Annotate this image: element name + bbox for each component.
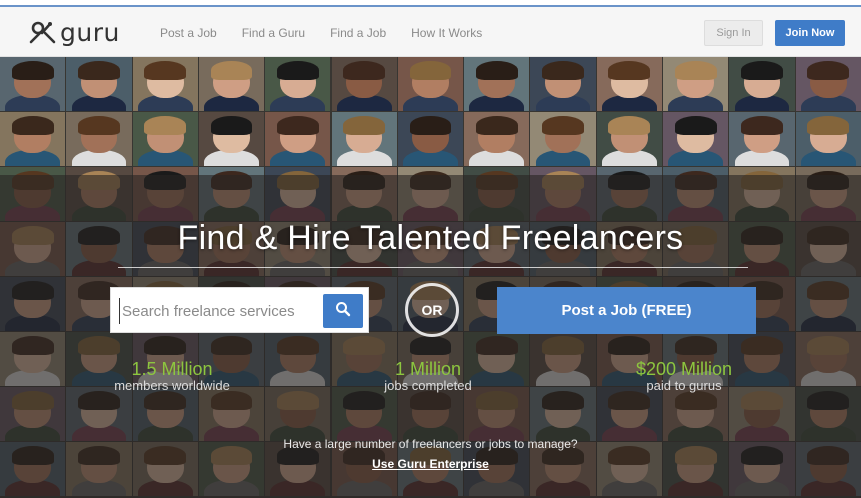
stat-number: 1.5 Million xyxy=(131,359,213,379)
hero-section: Find & Hire Talented Freelancers OR Post… xyxy=(0,57,861,498)
top-accent-line xyxy=(0,0,861,7)
top-photo-overlay xyxy=(0,57,861,175)
stat-paid: $200 Million paid to gurus xyxy=(574,359,794,393)
stat-number: $200 Million xyxy=(635,359,733,379)
headline-divider xyxy=(118,267,748,268)
stat-jobs: 1 Million jobs completed xyxy=(318,359,538,393)
search-input[interactable] xyxy=(119,298,319,324)
stat-label: paid to gurus xyxy=(646,378,722,393)
enterprise-link[interactable]: Use Guru Enterprise xyxy=(372,457,489,471)
hero-headline: Find & Hire Talented Freelancers xyxy=(177,219,684,257)
logo-text: guru xyxy=(60,17,120,47)
site-header: guru Post a Job Find a Guru Find a Job H… xyxy=(0,7,861,57)
guru-logo[interactable]: guru xyxy=(28,17,120,47)
stat-label: members worldwide xyxy=(114,378,230,393)
join-now-button[interactable]: Join Now xyxy=(775,20,845,46)
nav-how-it-works[interactable]: How It Works xyxy=(411,26,482,40)
nav-find-guru[interactable]: Find a Guru xyxy=(242,26,305,40)
nav-find-job[interactable]: Find a Job xyxy=(330,26,386,40)
search-icon xyxy=(335,301,351,322)
search-button[interactable] xyxy=(323,294,363,328)
search-box xyxy=(110,287,369,333)
stat-members: 1.5 Million members worldwide xyxy=(62,359,282,393)
enterprise-link-row: Use Guru Enterprise xyxy=(0,455,861,473)
post-job-button[interactable]: Post a Job (FREE) xyxy=(497,287,756,334)
nav-post-job[interactable]: Post a Job xyxy=(160,26,217,40)
enterprise-prompt: Have a large number of freelancers or jo… xyxy=(283,437,578,451)
stat-number: 1 Million xyxy=(394,359,462,379)
stat-label: jobs completed xyxy=(384,378,472,393)
sign-in-button[interactable]: Sign In xyxy=(704,20,763,46)
main-nav: Post a Job Find a Guru Find a Job How It… xyxy=(160,26,482,40)
guru-logo-icon xyxy=(28,20,58,44)
or-divider: OR xyxy=(405,283,459,337)
